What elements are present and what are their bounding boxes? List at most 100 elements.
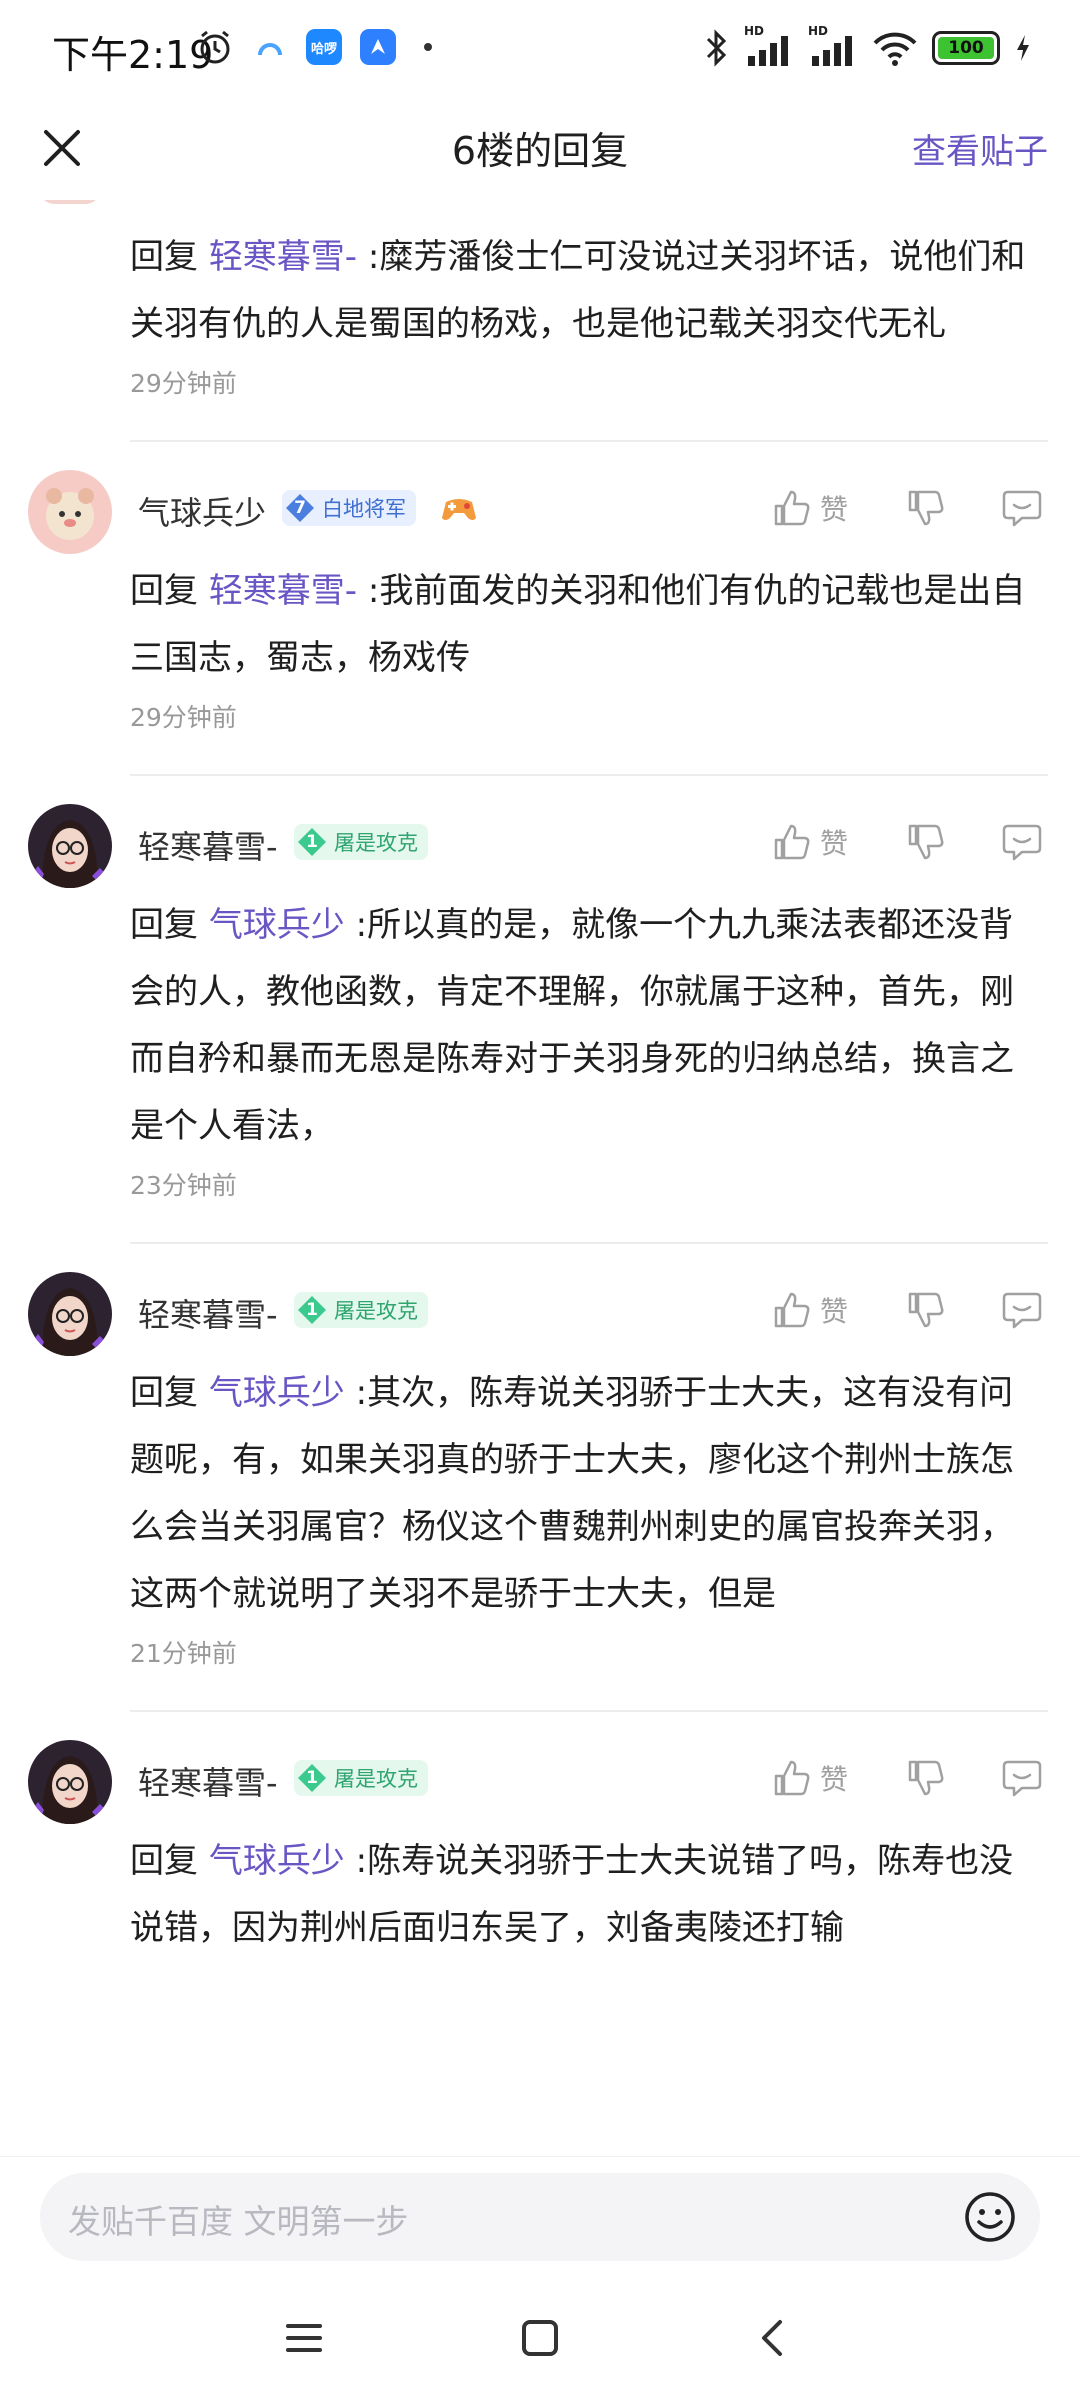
username[interactable]: 轻寒暮雪- — [138, 1758, 278, 1804]
reply-label: 回复 — [130, 905, 198, 945]
username[interactable]: 轻寒暮雪- — [138, 822, 278, 868]
reply-text: 回复 轻寒暮雪- :我前面发的关羽和他们有仇的记载也是出自三国志，蜀志，杨戏传 — [0, 558, 1080, 692]
status-time: 下午2:19 — [52, 33, 214, 77]
reply-item: 回复 轻寒暮雪- :糜芳潘俊士仁可没说过关羽坏话，说他们和关羽有仇的人是蜀国的杨… — [0, 200, 1080, 442]
reply-text: 回复 气球兵少 :所以真的是，就像一个九九乘法表都还没背会的人，教他函数，肯定不… — [0, 892, 1080, 1160]
level-badge: 7 白地将军 — [282, 490, 416, 526]
thumbs-up-icon — [774, 490, 810, 526]
status-system-icons: HD HD 100 — [702, 24, 1032, 68]
thumbs-up-icon — [774, 824, 810, 860]
title-badge: 屠是攻克 — [334, 831, 418, 855]
comment-icon[interactable] — [1000, 486, 1044, 530]
level-number: 1 — [298, 1764, 326, 1792]
level-number: 1 — [298, 828, 326, 856]
like-button[interactable]: 赞 — [770, 1756, 848, 1800]
like-button[interactable]: 赞 — [770, 486, 848, 530]
reply-text: 回复 气球兵少 :陈寿说关羽骄于士大夫说错了吗，陈寿也没说错，因为荆州后面归东吴… — [0, 1828, 1080, 1962]
comment-icon[interactable] — [1000, 1756, 1044, 1800]
thumbs-down-icon[interactable] — [904, 820, 948, 864]
reply-item: 轻寒暮雪- 1 屠是攻克 赞 — [0, 1244, 1080, 1712]
reply-actions: 赞 — [770, 1288, 1044, 1332]
level-number: 1 — [298, 1296, 326, 1324]
back-icon[interactable] — [744, 2308, 804, 2368]
level-badge: 1 屠是攻克 — [294, 1292, 428, 1328]
thumbs-down-icon[interactable] — [904, 486, 948, 530]
reply-header: 轻寒暮雪- 1 屠是攻克 赞 — [0, 1244, 1080, 1360]
avatar[interactable] — [28, 804, 112, 888]
level-number: 7 — [286, 494, 314, 522]
level-badge: 1 屠是攻克 — [294, 1760, 428, 1796]
reply-target-user[interactable]: 气球兵少 — [209, 905, 345, 945]
like-button[interactable]: 赞 — [770, 820, 848, 864]
view-post-link[interactable]: 查看贴子 — [912, 124, 1048, 173]
status-bar: 下午2:19 哈啰 HD HD 100 — [0, 0, 1080, 96]
reply-header: 轻寒暮雪- 1 屠是攻克 赞 — [0, 776, 1080, 892]
cloud-app-icon — [258, 43, 282, 56]
reply-time: 21分钟前 — [130, 1639, 237, 1668]
like-label: 赞 — [819, 1763, 848, 1796]
post-input[interactable]: 发贴千百度 文明第一步 — [40, 2173, 1040, 2261]
reply-label: 回复 — [130, 1373, 198, 1413]
reply-actions: 赞 — [770, 486, 1044, 530]
header-bar: 6楼的回复 查看贴子 — [0, 96, 1080, 200]
comment-icon[interactable] — [1000, 820, 1044, 864]
wifi-icon — [873, 32, 917, 66]
bluetooth-icon — [706, 29, 727, 67]
thumbs-up-icon — [774, 1292, 810, 1328]
hello-app-label: 哈啰 — [310, 41, 337, 57]
reply-header: 轻寒暮雪- 1 屠是攻克 赞 — [0, 1712, 1080, 1828]
reply-header: 气球兵少 7 白地将军 赞 — [0, 442, 1080, 558]
hello-app-icon: 哈啰 — [306, 29, 342, 65]
battery-indicator: 100 — [932, 31, 1000, 65]
username[interactable]: 轻寒暮雪- — [138, 1290, 278, 1336]
reply-time: 23分钟前 — [130, 1171, 237, 1200]
status-notification-icons: 哈啰 — [196, 28, 432, 66]
reply-item: 气球兵少 7 白地将军 赞 回复 轻寒暮雪-:我前面发的关羽和他们有仇的记载也… — [0, 442, 1080, 776]
controller-icon — [442, 499, 476, 520]
reply-list: 回复 轻寒暮雪- :糜芳潘俊士仁可没说过关羽坏话，说他们和关羽有仇的人是蜀国的杨… — [0, 200, 1080, 2156]
title-badge: 白地将军 — [322, 497, 406, 521]
post-input-placeholder: 发贴千百度 文明第一步 — [68, 2202, 409, 2241]
thumbs-up-icon — [774, 1760, 810, 1796]
comment-icon[interactable] — [1000, 1288, 1044, 1332]
emoji-icon[interactable] — [962, 2189, 1018, 2245]
reply-text: 回复 轻寒暮雪- :糜芳潘俊士仁可没说过关羽坏话，说他们和关羽有仇的人是蜀国的杨… — [0, 224, 1080, 358]
charging-icon — [1017, 35, 1029, 61]
battery-level: 100 — [938, 37, 994, 59]
reply-item: 轻寒暮雪- 1 屠是攻克 赞 — [0, 776, 1080, 1244]
username[interactable]: 气球兵少 — [138, 488, 266, 534]
more-notifications-dot — [424, 43, 432, 51]
thumbs-down-icon[interactable] — [904, 1288, 948, 1332]
signal-icon-2: HD — [808, 24, 858, 68]
signal-hd-label-2: HD — [808, 24, 829, 38]
alarm-icon — [200, 30, 230, 64]
reply-item: 轻寒暮雪- 1 屠是攻克 赞 — [0, 1712, 1080, 1962]
signal-icon-1: HD — [744, 24, 794, 68]
map-app-icon — [360, 29, 396, 65]
home-icon[interactable] — [510, 2308, 570, 2368]
menu-icon[interactable] — [274, 2308, 334, 2368]
thumbs-down-icon[interactable] — [904, 1756, 948, 1800]
reply-label: 回复 — [130, 571, 198, 611]
like-button[interactable]: 赞 — [770, 1288, 848, 1332]
system-nav-bar — [0, 2276, 1080, 2400]
avatar[interactable] — [28, 470, 112, 554]
reply-time: 29分钟前 — [130, 703, 237, 732]
title-badge: 屠是攻克 — [334, 1767, 418, 1791]
reply-target-user[interactable]: 气球兵少 — [209, 1373, 345, 1413]
like-label: 赞 — [819, 827, 848, 860]
reply-text: 回复 气球兵少 :其次，陈寿说关羽骄于士大夫，这有没有问题呢，有，如果关羽真的骄… — [0, 1360, 1080, 1628]
reply-actions: 赞 — [770, 1756, 1044, 1800]
comment-input-bar: 发贴千百度 文明第一步 — [0, 2156, 1080, 2276]
avatar[interactable] — [28, 1272, 112, 1356]
reply-target-user[interactable]: 气球兵少 — [209, 1841, 345, 1881]
signal-hd-label-1: HD — [744, 24, 765, 38]
like-label: 赞 — [819, 493, 848, 526]
level-badge: 1 屠是攻克 — [294, 824, 428, 860]
avatar[interactable] — [28, 1740, 112, 1824]
reply-label: 回复 — [130, 1841, 198, 1881]
reply-target-user[interactable]: 轻寒暮雪- — [209, 571, 357, 611]
reply-target-user[interactable]: 轻寒暮雪- — [209, 237, 357, 277]
reply-time: 29分钟前 — [130, 369, 237, 398]
reply-actions: 赞 — [770, 820, 1044, 864]
